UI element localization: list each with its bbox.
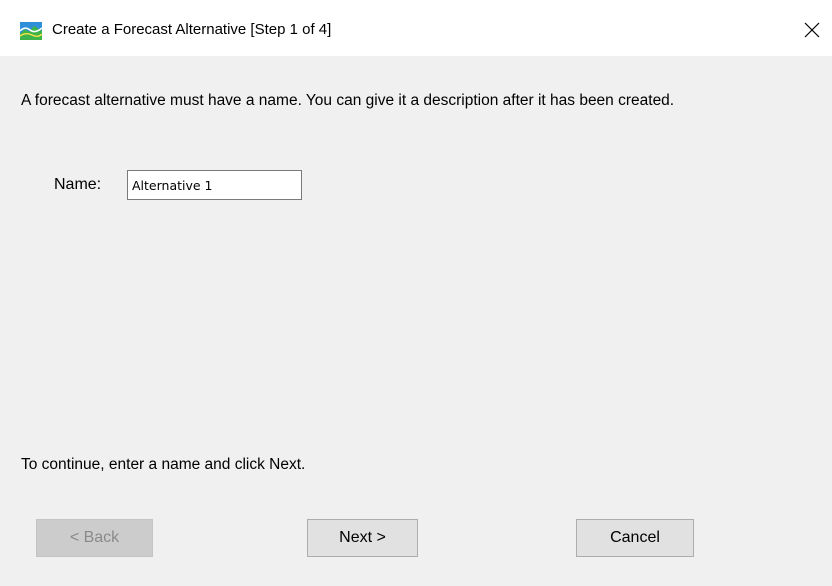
intro-text: A forecast alternative must have a name.…: [21, 92, 675, 109]
close-button[interactable]: [792, 10, 832, 48]
forecast-app-icon: [19, 22, 43, 40]
hint-text: To continue, enter a name and click Next…: [21, 456, 306, 473]
next-button[interactable]: Next >: [307, 519, 418, 557]
cancel-button[interactable]: Cancel: [576, 519, 694, 557]
close-icon: [804, 22, 820, 38]
dialog-content: A forecast alternative must have a name.…: [0, 56, 832, 586]
name-input[interactable]: [127, 170, 302, 200]
window-title: Create a Forecast Alternative [Step 1 of…: [52, 21, 332, 38]
back-button[interactable]: < Back: [36, 519, 153, 557]
dialog-window: Create a Forecast Alternative [Step 1 of…: [0, 0, 832, 586]
title-bar[interactable]: Create a Forecast Alternative [Step 1 of…: [0, 0, 832, 56]
name-label: Name:: [54, 176, 102, 193]
